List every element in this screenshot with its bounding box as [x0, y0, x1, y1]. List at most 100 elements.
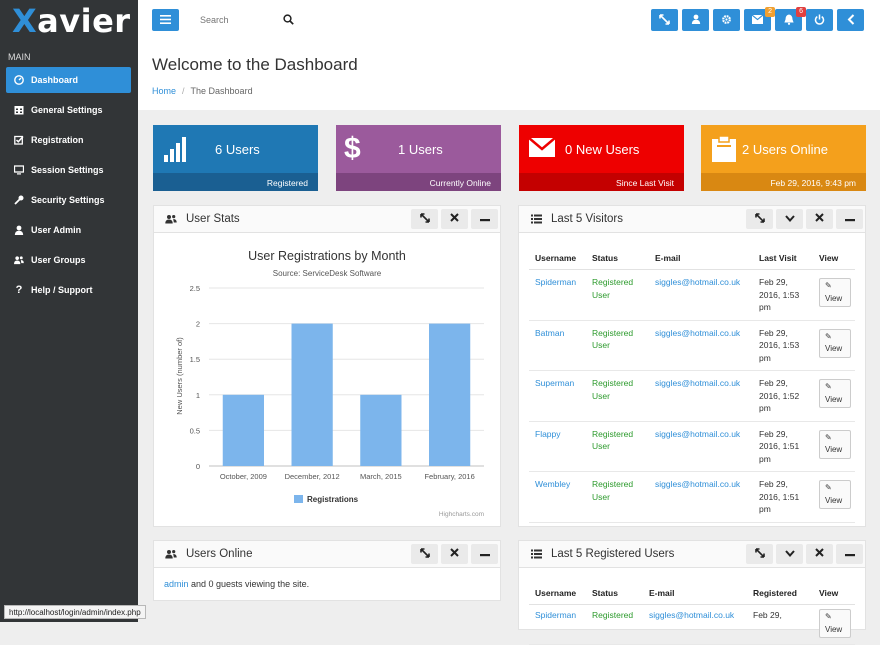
status-text: Registered [586, 604, 643, 645]
sidebar-item-label: User Admin [31, 225, 82, 235]
email-link[interactable]: siggles@hotmail.co.uk [655, 328, 740, 338]
users-online-panel: Users Online admin and 0 guests viewing … [153, 540, 501, 601]
view-button[interactable]: ✎ View [819, 609, 851, 638]
menu-toggle-button[interactable] [152, 9, 179, 31]
panel-close-button[interactable] [806, 544, 833, 564]
email-link[interactable]: siggles@hotmail.co.uk [655, 277, 740, 287]
sidebar-heading: MAIN [8, 52, 31, 62]
panel-minimize-button[interactable] [836, 209, 863, 229]
stat-card-registered[interactable]: 6 Users Registered [153, 125, 318, 191]
chart-credits[interactable]: Highcharts.com [439, 511, 484, 518]
top-bar: 2 6 [138, 0, 880, 41]
sidebar-item-registration[interactable]: Registration [6, 127, 131, 153]
column-header: View [813, 243, 855, 270]
email-link[interactable]: siggles@hotmail.co.uk [649, 610, 734, 620]
chart-bar[interactable] [291, 323, 333, 466]
online-user-link[interactable]: admin [164, 579, 189, 589]
view-button[interactable]: ✎ View [819, 429, 851, 459]
pencil-icon: ✎ [825, 331, 832, 341]
gear-icon [721, 14, 732, 27]
view-button[interactable]: ✎ View [819, 328, 851, 358]
chart-y-tick-label: 0 [196, 462, 200, 471]
table-row: Spiderman Registered User siggles@hotmail.… [529, 269, 855, 321]
username-link[interactable]: Superman [535, 378, 574, 388]
username-link[interactable]: Flappy [535, 429, 561, 439]
sidebar-item-label: User Groups [31, 255, 86, 265]
last-visit-text: Feb 29, 2016, 1:53 pm [753, 320, 813, 371]
panel-title: Last 5 Registered Users [551, 548, 675, 560]
last-registered-panel: Last 5 Registered Users Username Status … [518, 540, 866, 645]
last-visit-text: Feb 29, 2016, 1:51 pm [753, 471, 813, 523]
settings-button[interactable] [713, 9, 740, 31]
username-link[interactable]: Spiderman [535, 277, 576, 287]
chart-bar[interactable] [360, 394, 402, 466]
view-button-label: View [825, 624, 843, 634]
username-link[interactable]: Batman [535, 328, 564, 338]
column-header: Status [586, 578, 643, 605]
table-row: Batman Registered User siggles@hotmail.co.… [529, 320, 855, 371]
logout-button[interactable] [806, 9, 833, 31]
expand-icon [754, 547, 765, 561]
view-button[interactable]: ✎ View [819, 278, 851, 307]
expand-icon [754, 212, 765, 226]
profile-button[interactable] [682, 9, 709, 31]
stat-card-new-users[interactable]: 0 New Users Since Last Visit [519, 125, 684, 191]
username-link[interactable]: Spiderman [535, 610, 576, 620]
messages-button[interactable]: 2 [744, 7, 775, 31]
power-icon [814, 14, 825, 27]
panel-collapse-button[interactable] [776, 544, 803, 564]
chart-bar[interactable] [222, 394, 264, 466]
panel-expand-button[interactable] [746, 209, 773, 229]
panel-minimize-button[interactable] [471, 209, 498, 229]
panel-expand-button[interactable] [411, 209, 438, 229]
sidebar-item-user-groups[interactable]: User Groups [6, 247, 131, 273]
envelope-icon [528, 135, 556, 163]
stat-card-users-online[interactable]: 2 Users Online Feb 29, 2016, 9:43 pm [701, 125, 866, 191]
view-button[interactable]: ✎ View [819, 480, 851, 509]
panel-minimize-button[interactable] [836, 544, 863, 564]
brand-logo[interactable]: Xavier [12, 2, 131, 40]
stat-card-online[interactable]: $ 1 Users Currently Online [336, 125, 501, 191]
chart-x-tick-label: October, 2009 [220, 472, 267, 481]
panel-close-button[interactable] [806, 209, 833, 229]
sidebar-item-user-admin[interactable]: User Admin [6, 217, 131, 243]
table-row: Wembley Registered User siggles@hotmail.co… [529, 471, 855, 523]
panel-minimize-button[interactable] [471, 544, 498, 564]
column-header: Last Visit [753, 243, 813, 270]
pencil-icon: ✎ [825, 432, 832, 442]
page-title: Welcome to the Dashboard [152, 55, 358, 74]
search-input[interactable] [187, 15, 283, 25]
panel-expand-button[interactable] [746, 544, 773, 564]
panel-expand-button[interactable] [411, 544, 438, 564]
sidebar-item-help-support[interactable]: ? Help / Support [6, 277, 131, 303]
email-link[interactable]: siggles@hotmail.co.uk [655, 479, 740, 489]
sidebar-item-dashboard[interactable]: Dashboard [6, 67, 131, 93]
email-link[interactable]: siggles@hotmail.co.uk [655, 429, 740, 439]
user-stats-panel: User Stats User Registrations by Month S… [153, 205, 501, 527]
users-icon [164, 549, 178, 559]
panel-close-button[interactable] [441, 544, 468, 564]
panel-close-button[interactable] [441, 209, 468, 229]
sidebar-item-label: Help / Support [31, 285, 93, 295]
search-icon[interactable] [283, 13, 294, 27]
email-link[interactable]: siggles@hotmail.co.uk [655, 378, 740, 388]
username-link[interactable]: Wembley [535, 479, 570, 489]
fullscreen-button[interactable] [651, 9, 678, 31]
collapse-right-button[interactable] [837, 9, 864, 31]
panel-collapse-button[interactable] [776, 209, 803, 229]
chart-legend-label[interactable]: Registrations [307, 495, 359, 504]
view-button[interactable]: ✎ View [819, 379, 851, 408]
sidebar-item-general-settings[interactable]: General Settings [6, 97, 131, 123]
chart-x-tick-label: December, 2012 [285, 472, 340, 481]
chart-bar[interactable] [429, 323, 471, 466]
breadcrumb-home-link[interactable]: Home [152, 86, 176, 96]
sidebar-item-label: General Settings [31, 105, 103, 115]
column-header: Status [586, 243, 649, 270]
notifications-button[interactable]: 6 [775, 7, 806, 31]
minus-icon [479, 548, 490, 560]
sidebar-item-session-settings[interactable]: Session Settings [6, 157, 131, 183]
status-text: Registered User [586, 421, 649, 472]
sidebar-item-security-settings[interactable]: Security Settings [6, 187, 131, 213]
pencil-icon: ✎ [825, 612, 832, 621]
sidebar-item-label: Session Settings [31, 165, 104, 175]
